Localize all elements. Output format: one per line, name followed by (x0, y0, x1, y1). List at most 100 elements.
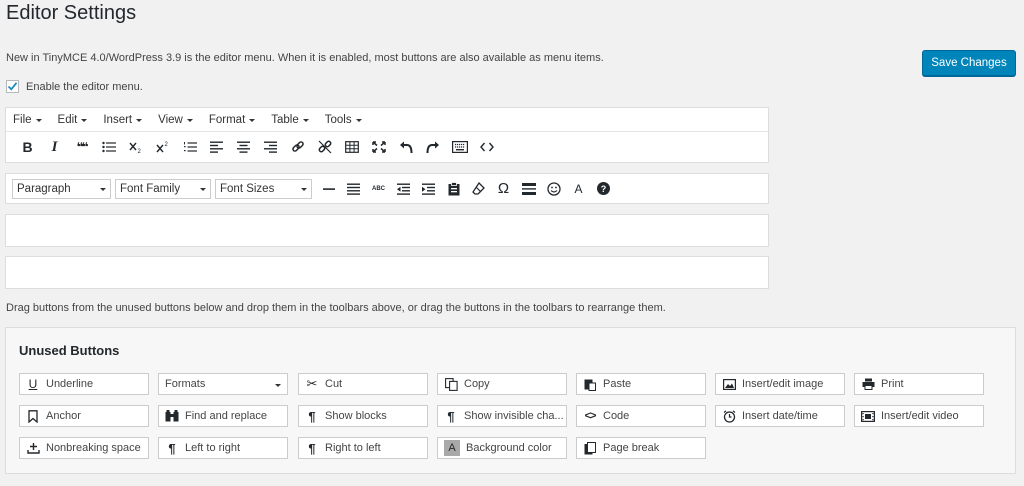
menu-label: Edit (57, 113, 78, 126)
unused-background-color-button[interactable]: A Background color (437, 437, 567, 459)
unused-anchor-button[interactable]: Anchor (19, 405, 149, 427)
emoticons-button[interactable] (541, 177, 566, 201)
menu-label: View (158, 113, 183, 126)
numbered-list-button[interactable] (176, 135, 203, 159)
enable-menu-checkbox[interactable] (6, 80, 19, 93)
insert-link-button[interactable] (284, 135, 311, 159)
menu-table[interactable]: Table (271, 114, 309, 126)
save-changes-button[interactable]: Save Changes (922, 50, 1016, 76)
superscript-button[interactable]: 2 (149, 135, 176, 159)
unused-insert-datetime-button[interactable]: Insert date/time (715, 405, 845, 427)
unused-code-button[interactable]: <> Code (576, 405, 706, 427)
omega-icon: Ω (497, 180, 510, 197)
undo-icon (399, 141, 412, 153)
unused-right-to-left-button[interactable]: ¶ Right to left (298, 437, 428, 459)
unused-show-blocks-button[interactable]: ¶ Show blocks (298, 405, 428, 427)
unused-nonbreaking-space-button[interactable]: Nonbreaking space (19, 437, 149, 459)
menu-label: Insert (103, 113, 133, 126)
redo-button[interactable] (419, 135, 446, 159)
redo-icon (426, 141, 439, 153)
paste-as-text-button[interactable] (441, 177, 466, 201)
unused-button-label: Insert/edit image (742, 378, 824, 390)
special-character-button[interactable]: Ω (491, 177, 516, 201)
blockquote-button[interactable]: ❝❝ (68, 135, 95, 159)
menu-insert[interactable]: Insert (103, 113, 143, 126)
unused-find-replace-button[interactable]: Find and replace (158, 405, 288, 427)
menu-format[interactable]: Format (209, 114, 256, 126)
font-family-select[interactable]: Font Family (115, 178, 211, 199)
outdent-icon (397, 183, 410, 195)
unused-insert-video-button[interactable]: Insert/edit video (854, 405, 984, 427)
align-center-icon (237, 141, 250, 153)
caret-down-icon (35, 119, 42, 122)
bold-button[interactable]: B (14, 135, 41, 159)
fullscreen-button[interactable] (365, 135, 392, 159)
horizontal-line-button[interactable] (316, 177, 341, 201)
table-button[interactable] (338, 135, 365, 159)
empty-toolbar-3[interactable] (5, 214, 769, 247)
subscript-icon: 2 (128, 142, 141, 153)
unused-buttons-title: Unused Buttons (19, 343, 120, 358)
caret-down-icon (186, 119, 193, 122)
outdent-button[interactable] (391, 177, 416, 201)
page-break-icon (583, 441, 597, 455)
align-center-button[interactable] (230, 135, 257, 159)
underline-icon: U (28, 377, 38, 391)
help-button[interactable]: ? (591, 177, 616, 201)
subscript-button[interactable]: 2 (122, 135, 149, 159)
unused-copy-button[interactable]: Copy (437, 373, 567, 395)
background-color-icon: A (444, 440, 460, 456)
unused-button-label: Copy (464, 378, 490, 390)
menu-edit[interactable]: Edit (58, 114, 88, 126)
caret-down-icon (249, 119, 256, 122)
bullet-list-icon (101, 141, 116, 153)
indent-icon (422, 183, 435, 195)
font-sizes-select[interactable]: Font Sizes (215, 178, 312, 199)
enable-menu-row[interactable]: Enable the editor menu. (6, 80, 143, 93)
numbered-list-icon (183, 142, 197, 152)
chevron-down-icon (301, 188, 307, 191)
undo-button[interactable] (392, 135, 419, 159)
menu-file[interactable]: File (13, 114, 42, 126)
keyboard-shortcuts-button[interactable] (446, 135, 473, 159)
unused-left-to-right-button[interactable]: ¶ Left to right (158, 437, 288, 459)
unused-button-label: Insert/edit video (881, 410, 959, 422)
unused-button-label: Background color (466, 442, 552, 454)
page-break-toolbar-button[interactable] (516, 177, 541, 201)
menu-tools[interactable]: Tools (325, 114, 362, 126)
unused-underline-button[interactable]: U Underline (19, 373, 149, 395)
unused-buttons-panel: Unused Buttons U Underline Formats ✂ Cut… (5, 327, 1016, 474)
code-view-button[interactable] (473, 135, 500, 159)
clear-formatting-button[interactable] (466, 177, 491, 201)
unused-formats-select[interactable]: Formats (158, 373, 288, 395)
justify-button[interactable] (341, 177, 366, 201)
caret-down-icon (355, 119, 362, 122)
bullet-list-button[interactable] (95, 135, 122, 159)
unused-button-label: Nonbreaking space (46, 442, 141, 454)
caret-down-icon (136, 119, 143, 122)
unused-cut-button[interactable]: ✂ Cut (298, 373, 428, 395)
menu-label: Table (271, 113, 299, 126)
menu-view[interactable]: View (158, 114, 193, 126)
chevron-down-icon (275, 383, 281, 387)
unused-insert-image-button[interactable]: Insert/edit image (715, 373, 845, 395)
paragraph-select[interactable]: Paragraph (12, 178, 111, 199)
keyboard-icon (451, 141, 468, 153)
unused-button-label: Left to right (185, 442, 241, 454)
italic-button[interactable]: I (41, 135, 68, 159)
page-break-icon (521, 182, 536, 195)
align-right-button[interactable] (257, 135, 284, 159)
remove-link-button[interactable] (311, 135, 338, 159)
unused-page-break-button[interactable]: Page break (576, 437, 706, 459)
unused-paste-button[interactable]: Paste (576, 373, 706, 395)
indent-button[interactable] (416, 177, 441, 201)
unused-print-button[interactable]: Print (854, 373, 984, 395)
nbsp-icon (26, 441, 40, 455)
strikethrough-button[interactable]: ABC (366, 177, 391, 201)
align-left-button[interactable] (203, 135, 230, 159)
image-icon (722, 377, 736, 391)
text-color-button[interactable]: A (566, 177, 591, 201)
menu-label: Tools (324, 113, 352, 126)
unused-show-invisible-button[interactable]: ¶ Show invisible cha... (437, 405, 567, 427)
empty-toolbar-4[interactable] (5, 256, 769, 289)
